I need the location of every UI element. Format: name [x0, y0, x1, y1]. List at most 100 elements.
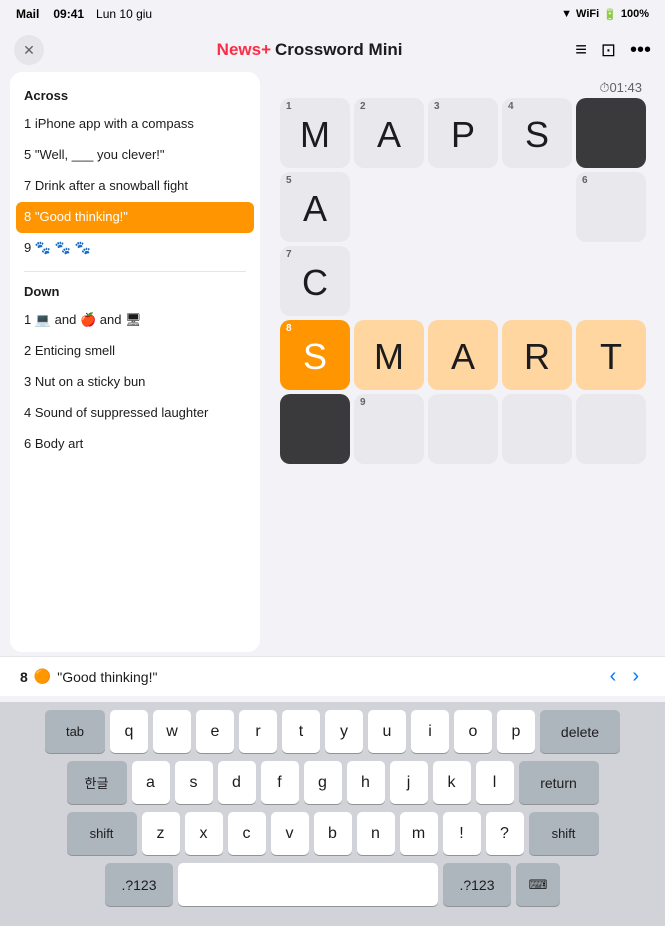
- key-n[interactable]: n: [357, 812, 395, 855]
- cell-1-2[interactable]: [428, 172, 498, 242]
- list-icon[interactable]: ≡: [575, 39, 587, 62]
- cell-3-2[interactable]: A: [428, 320, 498, 390]
- clue-across-5[interactable]: 5 "Well, ___ you clever!": [10, 140, 260, 171]
- timer-bar: ⏱ 01:43: [270, 76, 656, 98]
- key-r[interactable]: r: [239, 710, 277, 753]
- key-exclaim[interactable]: !: [443, 812, 481, 855]
- cell-0-1[interactable]: 2A: [354, 98, 424, 168]
- cell-1-3[interactable]: [502, 172, 572, 242]
- cell-4-1[interactable]: 9: [354, 394, 424, 464]
- numbers-key-right[interactable]: .?123: [443, 863, 511, 906]
- hangul-key[interactable]: 한글: [67, 761, 127, 804]
- cell-3-3[interactable]: R: [502, 320, 572, 390]
- space-bar[interactable]: [178, 863, 438, 906]
- cell-2-2[interactable]: [428, 246, 498, 316]
- key-i[interactable]: i: [411, 710, 449, 753]
- key-b[interactable]: b: [314, 812, 352, 855]
- cell-number-3-0: 8: [286, 324, 292, 334]
- key-x[interactable]: x: [185, 812, 223, 855]
- cell-letter-0-0: M: [300, 114, 330, 156]
- close-button[interactable]: ✕: [14, 35, 44, 65]
- clue-down-4[interactable]: 4 Sound of suppressed laughter: [10, 398, 260, 429]
- cell-1-0[interactable]: 5A: [280, 172, 350, 242]
- shift-key-right[interactable]: shift: [529, 812, 599, 855]
- numbers-key-left[interactable]: .?123: [105, 863, 173, 906]
- cell-3-4[interactable]: T: [576, 320, 646, 390]
- nav-title: News+ Crossword Mini: [217, 40, 403, 60]
- key-e[interactable]: e: [196, 710, 234, 753]
- key-p[interactable]: p: [497, 710, 535, 753]
- cell-3-0[interactable]: 8S: [280, 320, 350, 390]
- key-v[interactable]: v: [271, 812, 309, 855]
- key-t[interactable]: t: [282, 710, 320, 753]
- key-z[interactable]: z: [142, 812, 180, 855]
- cell-number-1-0: 5: [286, 176, 292, 186]
- clue-across-8[interactable]: 8 "Good thinking!": [16, 202, 254, 233]
- status-right: ▼ WiFi 🔋 100%: [561, 8, 649, 21]
- cell-2-0[interactable]: 7C: [280, 246, 350, 316]
- clue-hint-bar: 8 🟠 "Good thinking!" ‹ ›: [0, 656, 665, 696]
- clue-down-2[interactable]: 2 Enticing smell: [10, 336, 260, 367]
- cell-0-3[interactable]: 4S: [502, 98, 572, 168]
- clue-across-9[interactable]: 9 🐾 🐾 🐾: [10, 233, 260, 264]
- prev-clue-button[interactable]: ‹: [604, 665, 623, 688]
- shift-key-left[interactable]: shift: [67, 812, 137, 855]
- key-k[interactable]: k: [433, 761, 471, 804]
- keyboard-row-1: tab q w e r t y u i o p delete: [0, 710, 665, 753]
- key-l[interactable]: l: [476, 761, 514, 804]
- cell-1-1[interactable]: [354, 172, 424, 242]
- key-f[interactable]: f: [261, 761, 299, 804]
- key-a[interactable]: a: [132, 761, 170, 804]
- cell-number-0-0: 1: [286, 102, 292, 112]
- keyboard-icon-key[interactable]: ⌨: [516, 863, 560, 906]
- cell-letter-3-3: R: [524, 336, 550, 378]
- return-key[interactable]: return: [519, 761, 599, 804]
- cell-2-1[interactable]: [354, 246, 424, 316]
- share-icon[interactable]: ⊡: [601, 40, 616, 61]
- key-g[interactable]: g: [304, 761, 342, 804]
- cell-3-1[interactable]: M: [354, 320, 424, 390]
- next-clue-button[interactable]: ›: [626, 665, 645, 688]
- cell-0-2[interactable]: 3P: [428, 98, 498, 168]
- delete-key[interactable]: delete: [540, 710, 620, 753]
- clue-down-6[interactable]: 6 Body art: [10, 429, 260, 460]
- key-u[interactable]: u: [368, 710, 406, 753]
- cell-4-2[interactable]: [428, 394, 498, 464]
- cell-number-2-0: 7: [286, 250, 292, 260]
- key-q[interactable]: q: [110, 710, 148, 753]
- key-j[interactable]: j: [390, 761, 428, 804]
- cell-number-1-4: 6: [582, 176, 588, 186]
- cell-4-0[interactable]: [280, 394, 350, 464]
- clue-divider: [24, 271, 246, 272]
- keyboard: tab q w e r t y u i o p delete 한글 a s d …: [0, 702, 665, 926]
- date-label: Lun 10 giu: [96, 7, 152, 21]
- key-h[interactable]: h: [347, 761, 385, 804]
- key-c[interactable]: c: [228, 812, 266, 855]
- key-m[interactable]: m: [400, 812, 438, 855]
- cell-1-4[interactable]: 6: [576, 172, 646, 242]
- cell-0-0[interactable]: 1M: [280, 98, 350, 168]
- nav-bar: ✕ News+ Crossword Mini ≡ ⊡ •••: [0, 28, 665, 72]
- clue-down-3[interactable]: 3 Nut on a sticky bun: [10, 367, 260, 398]
- cell-0-4[interactable]: [576, 98, 646, 168]
- clue-down-1[interactable]: 1 💻 and 🍎 and 🖥: [10, 305, 260, 336]
- key-s[interactable]: s: [175, 761, 213, 804]
- across-title: Across: [10, 84, 260, 109]
- key-d[interactable]: d: [218, 761, 256, 804]
- timer-display: 01:43: [609, 80, 642, 96]
- battery-label: 100%: [621, 8, 649, 20]
- cell-letter-3-4: T: [600, 336, 622, 378]
- more-icon[interactable]: •••: [630, 39, 651, 62]
- clue-across-1[interactable]: 1 iPhone app with a compass: [10, 109, 260, 140]
- key-w[interactable]: w: [153, 710, 191, 753]
- tab-key[interactable]: tab: [45, 710, 105, 753]
- cell-4-4[interactable]: [576, 394, 646, 464]
- clue-across-7[interactable]: 7 Drink after a snowball fight: [10, 171, 260, 202]
- cell-4-3[interactable]: [502, 394, 572, 464]
- cell-2-4[interactable]: [576, 246, 646, 316]
- cell-letter-3-1: M: [374, 336, 404, 378]
- key-o[interactable]: o: [454, 710, 492, 753]
- key-y[interactable]: y: [325, 710, 363, 753]
- cell-2-3[interactable]: [502, 246, 572, 316]
- key-question[interactable]: ?: [486, 812, 524, 855]
